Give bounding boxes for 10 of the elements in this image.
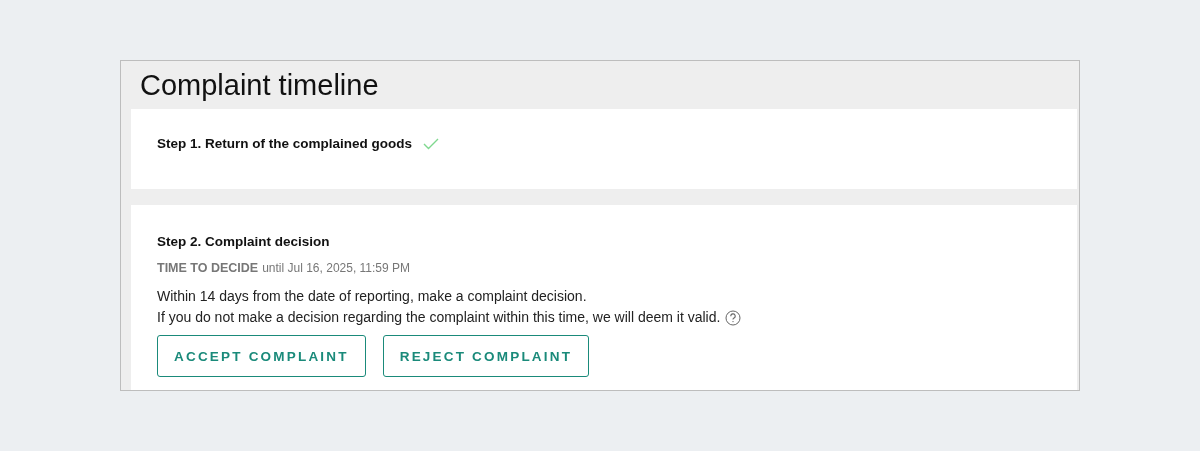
description-text: Within 14 days from the date of reporting, make a complaint decision. [157,287,587,306]
decision-button[interactable]: REJECT COMPLAINT [382,335,590,377]
deadline-date: until Jul 16, 2025, 11:59 PM [262,261,411,275]
description-text: If you do not make a decision regarding the complaint within this time, we will deem it valid. [157,308,721,327]
step-title: Step 2. Complaint decision [157,234,330,249]
decision-button[interactable]: ACCEPT COMPLAINT [157,335,366,377]
help-icon[interactable] [725,309,742,326]
step-title: Step 1. Return of the complained goods [157,136,413,151]
deadline-label: TIME TO DECIDE [157,261,259,275]
page-title: Complaint timeline [140,68,379,102]
